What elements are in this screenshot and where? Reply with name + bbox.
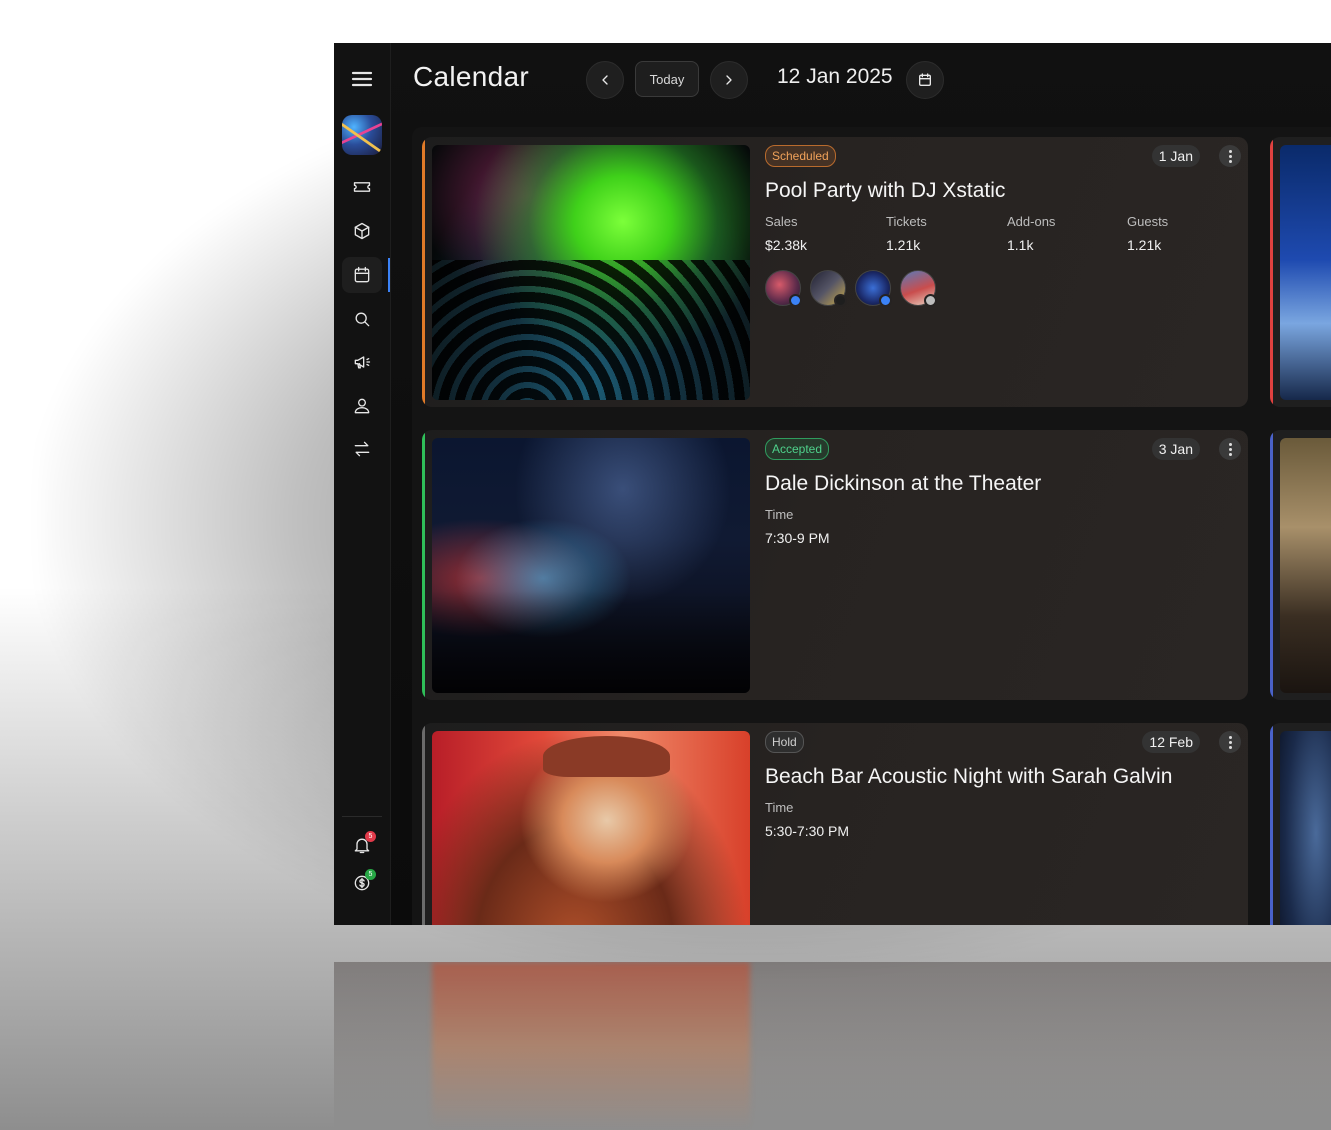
more-options-button[interactable] xyxy=(1219,438,1241,460)
event-card[interactable]: Scheduled 1 Jan Pool Party with DJ Xstat… xyxy=(422,137,1248,407)
sidebar-item-search[interactable] xyxy=(342,301,382,337)
guest-avatar[interactable] xyxy=(810,270,847,307)
event-image xyxy=(1280,145,1331,400)
status-accent xyxy=(422,430,425,700)
event-list: Scheduled 1 Jan Pool Party with DJ Xstat… xyxy=(412,127,1331,925)
guest-avatar[interactable] xyxy=(900,270,937,307)
event-title[interactable]: Pool Party with DJ Xstatic xyxy=(765,179,1005,203)
stat-value-tickets: 1.21k xyxy=(886,237,921,253)
active-indicator xyxy=(388,258,390,292)
hamburger-icon xyxy=(351,71,373,87)
page-title: Calendar xyxy=(413,61,530,92)
event-date-chip: 12 Feb xyxy=(1142,731,1200,753)
time-label: Time xyxy=(765,800,794,815)
event-card-peek[interactable] xyxy=(1270,137,1331,407)
prev-button[interactable] xyxy=(586,61,624,99)
sidebar-divider xyxy=(342,816,382,817)
status-badge: Hold xyxy=(765,731,804,753)
time-value: 5:30-7:30 PM xyxy=(765,823,850,839)
time-value: 7:30-9 PM xyxy=(765,530,830,546)
guest-avatar[interactable] xyxy=(855,270,892,307)
event-card-peek[interactable] xyxy=(1270,430,1331,700)
search-icon xyxy=(355,312,370,327)
status-accent xyxy=(1270,723,1273,925)
event-card-peek[interactable] xyxy=(1270,723,1331,925)
event-date-chip: 1 Jan xyxy=(1151,145,1200,167)
stat-label-tickets: Tickets xyxy=(886,214,927,229)
box-icon xyxy=(354,222,370,240)
stat-label-addons: Add-ons xyxy=(1007,214,1056,229)
event-image xyxy=(432,731,750,925)
stat-value-guests: 1.21k xyxy=(1127,237,1162,253)
event-image xyxy=(1280,438,1331,693)
sidebar-item-products[interactable] xyxy=(342,213,382,249)
stat-value-sales: $2.38k xyxy=(765,237,808,253)
event-title[interactable]: Dale Dickinson at the Theater xyxy=(765,472,1041,496)
more-options-button[interactable] xyxy=(1219,145,1241,167)
screen-reflection xyxy=(334,962,1331,1130)
payments-badge: 5 xyxy=(365,869,376,880)
sidebar-item-marketing[interactable] xyxy=(342,344,382,380)
more-options-button[interactable] xyxy=(1219,731,1241,753)
status-accent xyxy=(1270,430,1273,700)
event-card[interactable]: Hold 12 Feb Beach Bar Acoustic Night wit… xyxy=(422,723,1248,925)
sidebar-item-calendar[interactable] xyxy=(342,257,382,293)
event-card[interactable]: Accepted 3 Jan Dale Dickinson at the The… xyxy=(422,430,1248,700)
status-badge: Accepted xyxy=(765,438,830,460)
date-picker-button[interactable] xyxy=(906,61,944,99)
calendar-icon xyxy=(354,266,370,283)
swap-icon xyxy=(354,441,370,457)
current-date: 12 Jan 2025 xyxy=(777,65,893,88)
status-accent xyxy=(422,137,425,407)
status-badge: Scheduled xyxy=(765,145,836,167)
notifications-button[interactable]: 5 xyxy=(342,827,382,863)
event-image xyxy=(432,145,750,400)
sidebar-item-profile[interactable] xyxy=(342,388,382,424)
time-label: Time xyxy=(765,507,794,522)
next-button[interactable] xyxy=(710,61,748,99)
calendar-icon xyxy=(919,73,931,86)
chevron-right-icon xyxy=(726,75,732,85)
reflection-image xyxy=(432,962,750,1130)
sidebar: 5 5 xyxy=(334,43,391,925)
menu-button[interactable] xyxy=(342,61,382,97)
chevron-left-icon xyxy=(602,75,608,85)
megaphone-icon xyxy=(354,356,371,369)
stat-value-addons: 1.1k xyxy=(1007,237,1034,253)
event-image xyxy=(1280,731,1331,925)
event-date-chip: 3 Jan xyxy=(1151,438,1200,460)
guest-avatar[interactable] xyxy=(765,270,802,307)
status-accent xyxy=(1270,137,1273,407)
status-accent xyxy=(422,723,425,925)
app-window: 5 5 Calendar Today 12 Jan 2025 Scheduled… xyxy=(334,43,1331,925)
event-title[interactable]: Beach Bar Acoustic Night with Sarah Galv… xyxy=(765,765,1172,789)
stat-label-guests: Guests xyxy=(1127,214,1169,229)
payments-button[interactable]: 5 xyxy=(342,865,382,901)
sidebar-item-tickets[interactable] xyxy=(342,169,382,205)
ticket-icon xyxy=(353,182,371,192)
event-image xyxy=(432,438,750,693)
user-icon xyxy=(354,398,370,414)
notifications-badge: 5 xyxy=(365,831,376,842)
avatar[interactable] xyxy=(342,115,382,155)
today-button[interactable]: Today xyxy=(635,61,699,97)
sidebar-item-transfers[interactable] xyxy=(342,431,382,467)
stat-label-sales: Sales xyxy=(765,214,798,229)
